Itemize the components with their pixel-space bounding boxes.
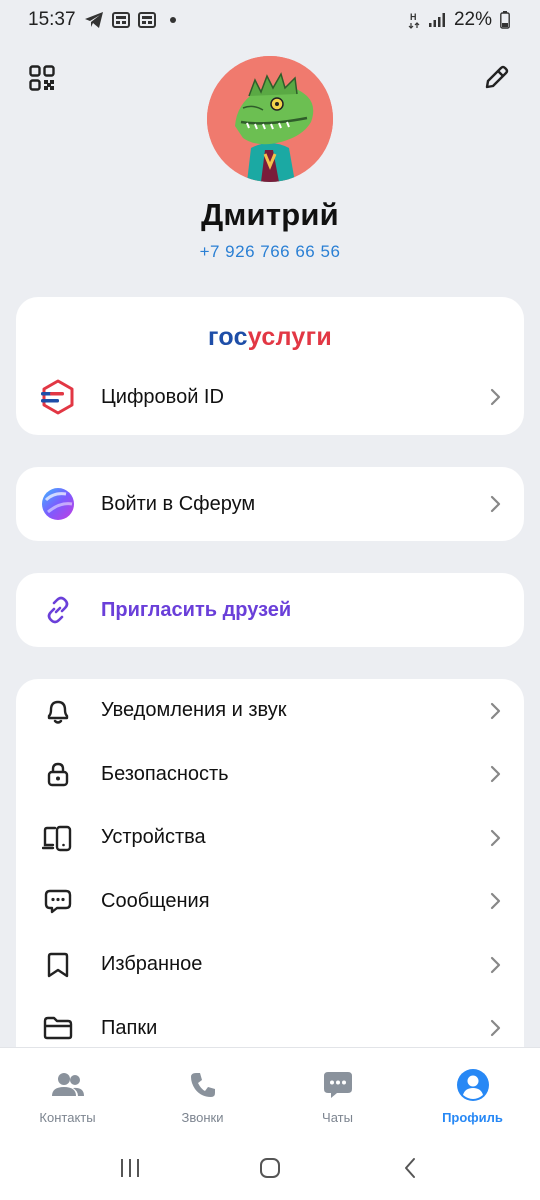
link-icon — [40, 592, 76, 628]
settings-item-messages[interactable]: Сообщения — [16, 870, 524, 934]
chevron-right-icon — [490, 956, 501, 973]
invite-card: Пригласить друзей — [16, 573, 524, 647]
settings-item-devices[interactable]: Устройства — [16, 806, 524, 870]
settings-item-notifications[interactable]: Уведомления и звук — [16, 679, 524, 743]
chevron-right-icon — [490, 388, 501, 406]
lock-icon — [40, 756, 76, 792]
sferum-label: Войти в Сферум — [101, 492, 256, 515]
battery-icon — [500, 11, 510, 29]
profile-name: Дмитрий — [201, 197, 339, 232]
chevron-right-icon — [490, 829, 501, 846]
home-icon — [260, 1157, 280, 1178]
back-button[interactable] — [390, 1148, 430, 1188]
digital-id-row[interactable]: Цифровой ID — [16, 365, 524, 429]
chevron-right-icon — [490, 893, 501, 910]
nav-item-label: Контакты — [39, 1110, 96, 1125]
network-type-icon: H — [408, 11, 420, 29]
svg-text:H: H — [410, 12, 417, 22]
home-button[interactable] — [250, 1148, 290, 1188]
bottom-navigation: Контакты Звонки Чаты Профиль — [0, 1047, 540, 1135]
chevron-right-icon — [490, 766, 501, 783]
digital-id-icon — [40, 379, 76, 415]
settings-item-security[interactable]: Безопасность — [16, 743, 524, 807]
status-time: 15:37 — [28, 9, 76, 30]
settings-card: Уведомления и звук Безопасность Устройст… — [16, 679, 524, 1079]
nav-item-contacts[interactable]: Контакты — [0, 1048, 135, 1135]
nav-item-chats[interactable]: Чаты — [270, 1048, 405, 1135]
settings-item-label: Безопасность — [101, 762, 229, 785]
recent-apps-icon — [121, 1158, 139, 1177]
telegram-icon — [84, 11, 104, 29]
bell-icon — [40, 693, 76, 729]
news-icon — [111, 12, 130, 28]
qr-code-icon — [29, 65, 55, 91]
phone-icon — [186, 1068, 220, 1102]
chevron-right-icon — [490, 702, 501, 719]
nav-item-label: Профиль — [442, 1110, 503, 1125]
settings-item-label: Устройства — [101, 826, 206, 849]
sferum-row[interactable]: Войти в Сферум — [16, 467, 524, 541]
gosuslugi-logo-part2: услуги — [247, 323, 333, 351]
settings-item-label: Уведомления и звук — [101, 699, 287, 722]
chat-bubble-icon — [40, 883, 76, 919]
sferum-card: Войти в Сферум — [16, 467, 524, 541]
news-icon — [137, 12, 156, 28]
avatar[interactable] — [207, 56, 333, 182]
profile-phone: +7 926 766 66 56 — [199, 242, 341, 261]
gosuslugi-card: госуслуги Цифровой ID — [16, 297, 524, 435]
system-navigation-bar — [0, 1135, 540, 1200]
gosuslugi-logo-part1: гос — [207, 323, 248, 351]
battery-percent: 22% — [453, 9, 492, 30]
chats-icon — [321, 1068, 355, 1102]
contacts-icon — [51, 1068, 85, 1102]
nav-item-label: Звонки — [181, 1110, 224, 1125]
status-bar: 15:37 H 22% — [0, 0, 540, 40]
chevron-right-icon — [490, 1020, 501, 1037]
qr-code-button[interactable] — [24, 60, 60, 96]
gosuslugi-logo: госуслуги — [16, 323, 524, 352]
invite-friends-label: Пригласить друзей — [101, 598, 292, 621]
signal-icon — [428, 12, 446, 28]
notification-dot-icon — [169, 17, 176, 23]
nav-item-profile[interactable]: Профиль — [405, 1048, 540, 1135]
nav-item-calls[interactable]: Звонки — [135, 1048, 270, 1135]
invite-friends-row[interactable]: Пригласить друзей — [16, 573, 524, 647]
settings-item-label: Избранное — [101, 953, 203, 976]
recent-apps-button[interactable] — [110, 1148, 150, 1188]
settings-item-label: Папки — [101, 1016, 158, 1039]
nav-item-label: Чаты — [322, 1110, 353, 1125]
pencil-icon — [485, 65, 509, 89]
edit-profile-button[interactable] — [478, 60, 514, 96]
settings-item-label: Сообщения — [101, 889, 210, 912]
bookmark-icon — [40, 947, 76, 983]
chevron-right-icon — [490, 495, 501, 513]
sferum-icon — [40, 486, 76, 522]
settings-item-favorites[interactable]: Избранное — [16, 933, 524, 997]
digital-id-label: Цифровой ID — [101, 385, 224, 408]
back-icon — [405, 1157, 415, 1178]
folder-icon — [40, 1010, 76, 1046]
devices-icon — [40, 820, 76, 856]
profile-icon — [456, 1068, 490, 1102]
